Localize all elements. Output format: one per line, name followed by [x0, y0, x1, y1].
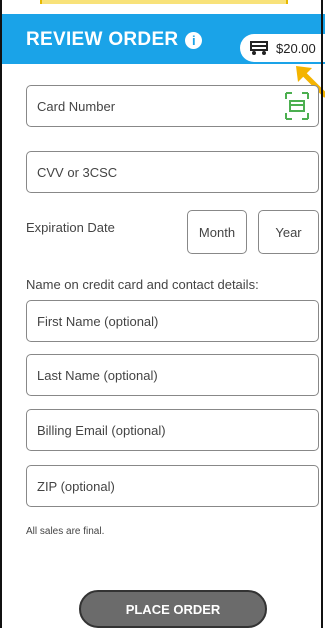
cart-icon — [250, 41, 268, 55]
first-name-field[interactable]: First Name (optional) — [26, 300, 319, 342]
contact-label: Name on credit card and contact details: — [26, 277, 259, 292]
card-number-field[interactable]: Card Number — [26, 85, 319, 127]
month-placeholder: Month — [198, 224, 236, 240]
header-bar: REVIEW ORDER i $20.00 — [0, 14, 325, 64]
card-number-placeholder: Card Number — [37, 98, 116, 114]
cvv-field[interactable]: CVV or 3CSC — [26, 151, 319, 193]
cvv-placeholder: CVV or 3CSC — [37, 164, 118, 180]
billing-email-field[interactable]: Billing Email (optional) — [26, 409, 319, 451]
year-placeholder: Year — [275, 224, 302, 240]
zip-placeholder: ZIP (optional) — [37, 478, 115, 494]
place-order-button[interactable]: PLACE ORDER — [79, 590, 267, 628]
card-scan-icon[interactable] — [284, 91, 310, 121]
top-highlight-strip — [40, 0, 288, 4]
sales-final-note: All sales are final. — [26, 526, 105, 537]
page-title: REVIEW ORDER — [26, 29, 179, 50]
billing-email-placeholder: Billing Email (optional) — [37, 422, 166, 438]
place-order-label: PLACE ORDER — [125, 601, 221, 617]
expiration-label: Expiration Date — [26, 220, 115, 235]
first-name-placeholder: First Name (optional) — [37, 313, 159, 329]
last-name-field[interactable]: Last Name (optional) — [26, 354, 319, 396]
last-name-placeholder: Last Name (optional) — [37, 367, 158, 383]
month-field[interactable]: Month — [187, 210, 247, 254]
info-icon[interactable]: i — [185, 31, 203, 49]
year-field[interactable]: Year — [258, 210, 319, 254]
page-title-wrap: REVIEW ORDER i — [26, 29, 203, 51]
cart-total: $20.00 — [276, 40, 316, 56]
zip-field[interactable]: ZIP (optional) — [26, 465, 319, 507]
cart-total-pill[interactable]: $20.00 — [240, 34, 325, 62]
